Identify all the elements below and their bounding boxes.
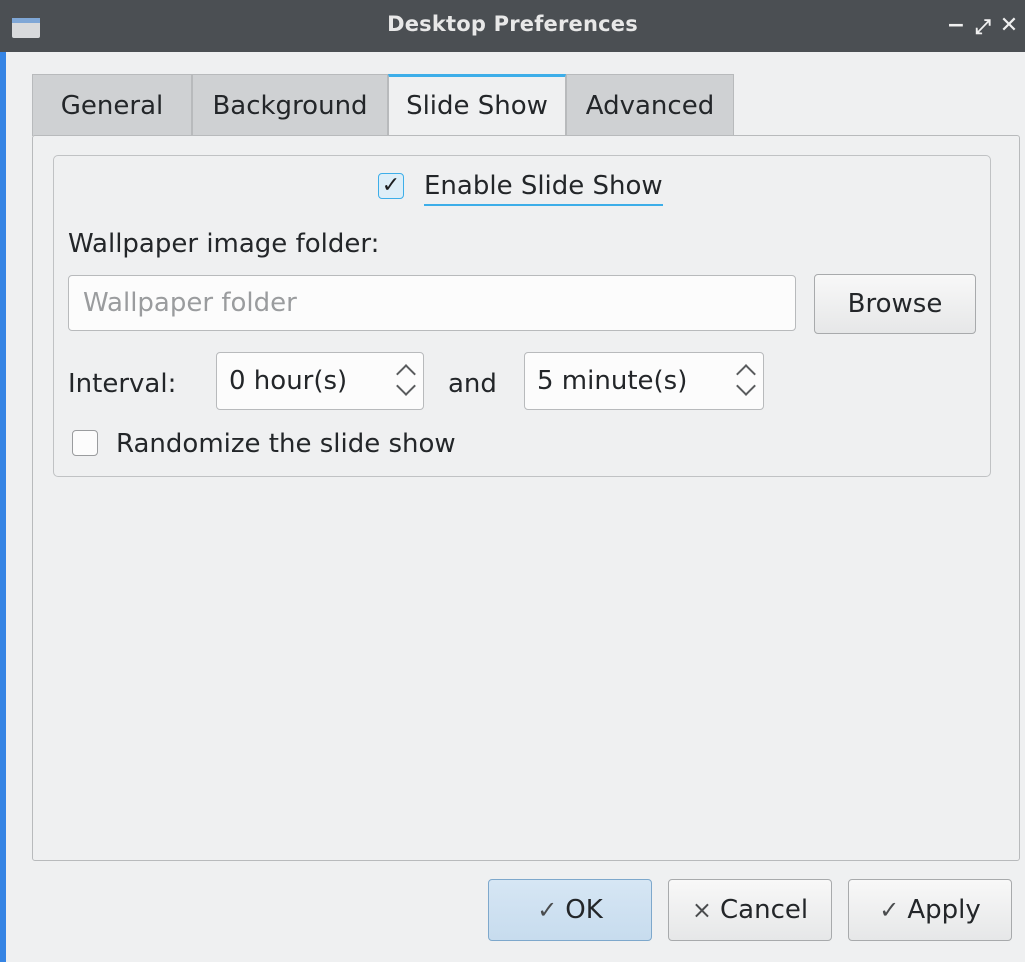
apply-button[interactable]: ✓ Apply [848, 879, 1012, 941]
maximize-icon[interactable]: ⤢ [970, 10, 996, 42]
minutes-spinbox[interactable]: 5 minute(s) [524, 352, 764, 410]
randomize-label[interactable]: Randomize the slide show [116, 426, 456, 462]
window-edge [0, 52, 6, 962]
slide-show-panel: ✓ Enable Slide Show Wallpaper image fold… [32, 135, 1020, 861]
window-title: Desktop Preferences [387, 12, 638, 36]
and-label: and [448, 369, 497, 399]
cancel-button[interactable]: × Cancel [668, 879, 832, 941]
spin-arrows-icon[interactable] [735, 361, 757, 401]
checkmark-icon: ✓ [381, 173, 401, 198]
randomize-checkbox[interactable] [72, 430, 98, 456]
spin-arrows-icon[interactable] [395, 361, 417, 401]
hours-value: 0 hour(s) [229, 366, 348, 396]
minutes-value: 5 minute(s) [537, 366, 688, 396]
tab-general[interactable]: General [32, 74, 192, 136]
interval-label: Interval: [68, 369, 177, 399]
check-icon: ✓ [537, 896, 558, 924]
ok-button[interactable]: ✓ OK [488, 879, 652, 941]
wallpaper-folder-input[interactable] [68, 275, 796, 331]
check-icon: ✓ [879, 896, 900, 924]
tab-advanced[interactable]: Advanced [566, 74, 734, 136]
cancel-x-icon: × [691, 896, 712, 924]
enable-slide-show-label[interactable]: Enable Slide Show [424, 168, 663, 206]
cancel-label: Cancel [720, 895, 809, 925]
minimize-icon[interactable]: − [944, 10, 968, 42]
tab-slide-show[interactable]: Slide Show [388, 74, 566, 136]
ok-label: OK [565, 895, 603, 925]
slide-show-group: ✓ Enable Slide Show Wallpaper image fold… [53, 155, 991, 477]
desktop-preferences-window: Desktop Preferences − ⤢ ✕ General Backgr… [0, 0, 1025, 962]
browse-button[interactable]: Browse [814, 274, 976, 334]
title-bar[interactable]: Desktop Preferences − ⤢ ✕ [0, 0, 1025, 52]
apply-label: Apply [907, 895, 981, 925]
enable-slide-show-checkbox[interactable]: ✓ [378, 173, 404, 199]
wallpaper-folder-label: Wallpaper image folder: [68, 229, 380, 259]
tab-background[interactable]: Background [192, 74, 388, 136]
hours-spinbox[interactable]: 0 hour(s) [216, 352, 424, 410]
close-icon[interactable]: ✕ [996, 10, 1022, 42]
